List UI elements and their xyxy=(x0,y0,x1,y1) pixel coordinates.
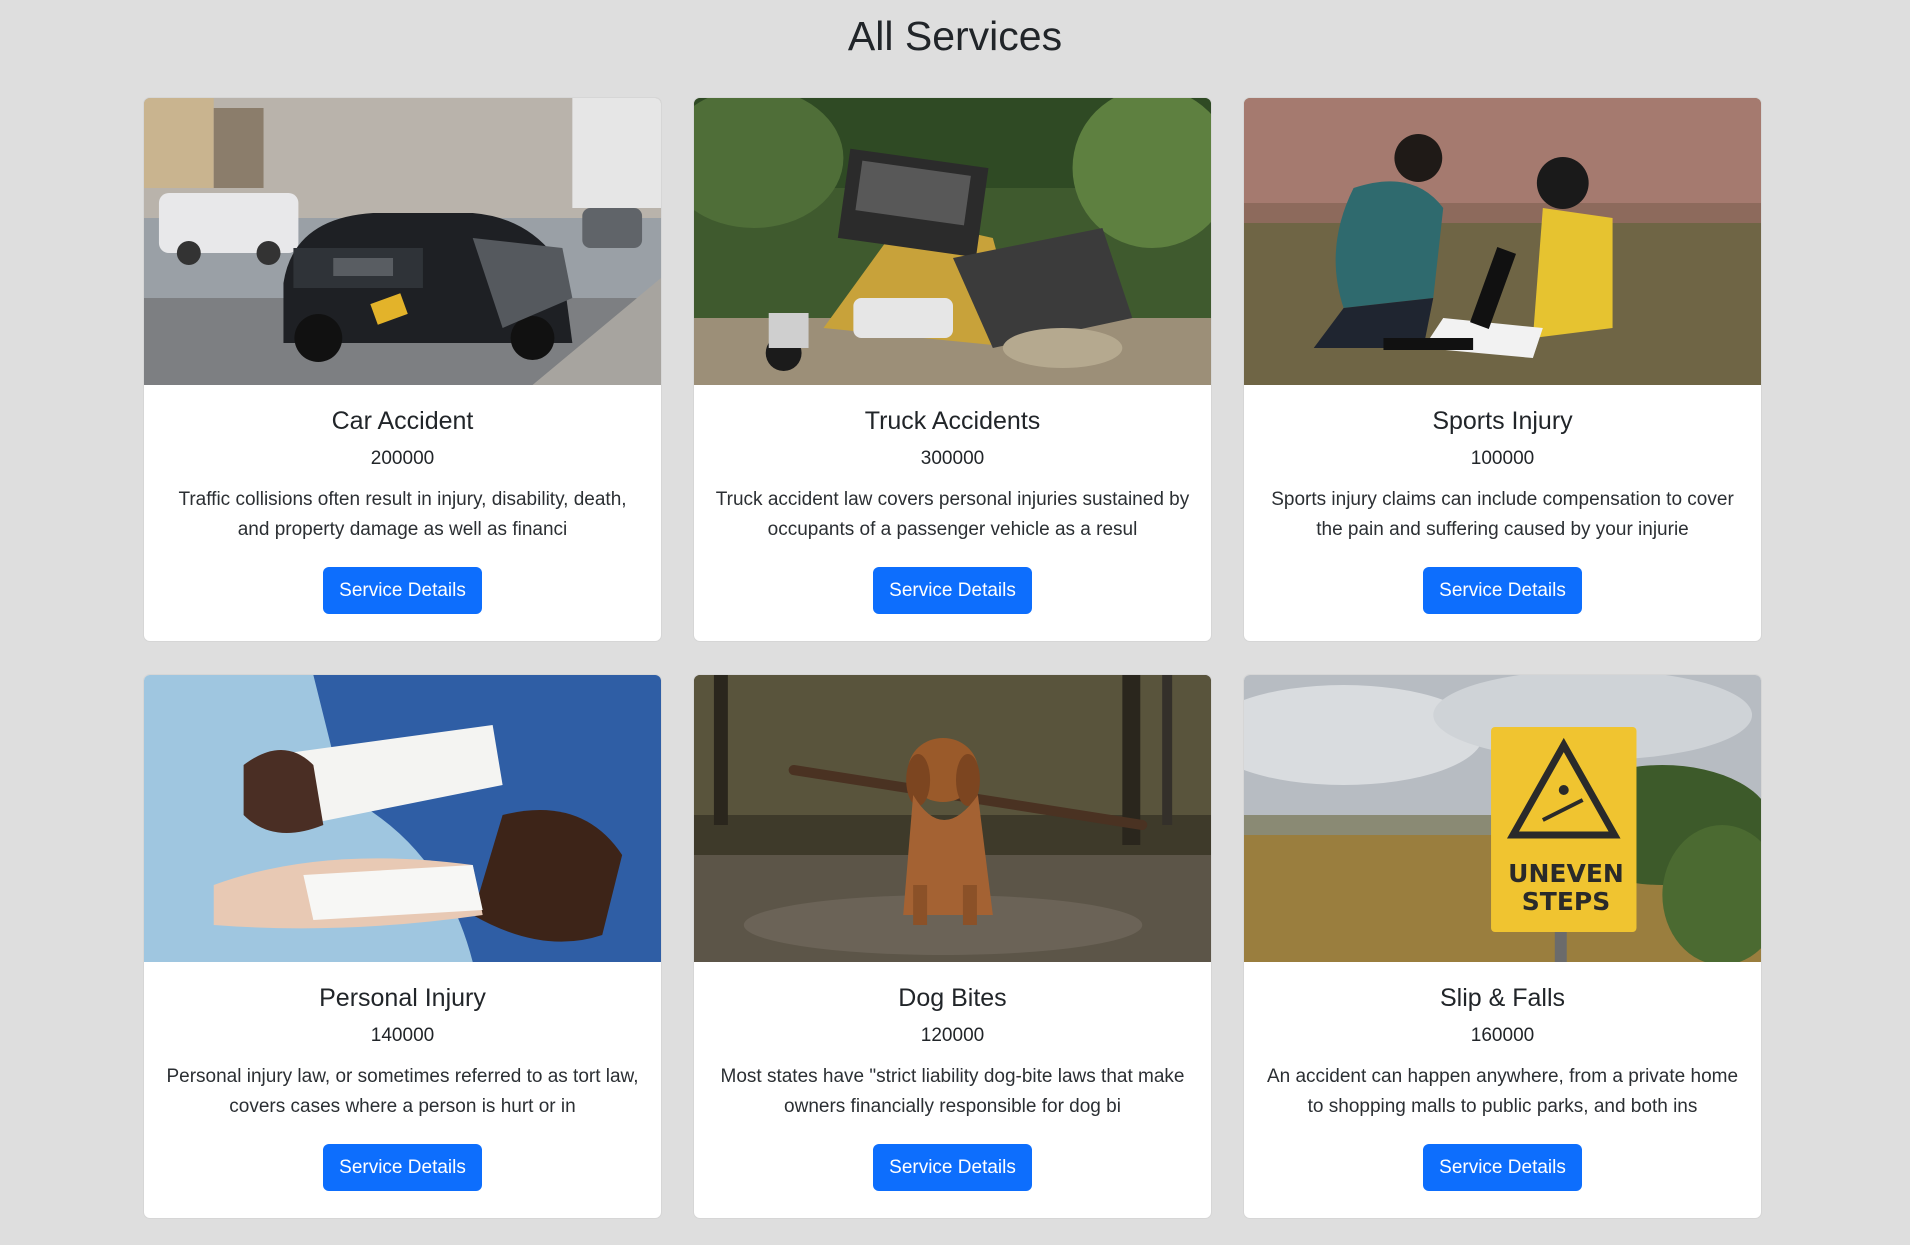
card-title: Slip & Falls xyxy=(1439,984,1566,1012)
card-price: 300000 xyxy=(920,448,985,469)
service-card: Dog Bites 120000 Most states have "stric… xyxy=(693,674,1212,1219)
card-title: Truck Accidents xyxy=(864,407,1041,435)
page-title: All Services xyxy=(847,13,1063,59)
service-details-button[interactable]: Service Details xyxy=(1423,567,1582,614)
service-details-button[interactable]: Service Details xyxy=(323,567,482,614)
sign-text: UNEVEN STEPS xyxy=(1494,860,1638,916)
service-card: UNEVEN STEPS Slip & Falls 160000 An acci… xyxy=(1243,674,1762,1219)
service-card: Car Accident 200000 Traffic collisions o… xyxy=(143,97,662,642)
card-price: 100000 xyxy=(1470,448,1535,469)
card-description: An accident can happen anywhere, from a … xyxy=(1266,1066,1739,1117)
service-details-button[interactable]: Service Details xyxy=(873,1144,1032,1191)
service-card: Personal Injury 140000 Personal injury l… xyxy=(143,674,662,1219)
dog-with-stick-illustration xyxy=(694,675,1211,962)
service-card: Sports Injury 100000 Sports injury claim… xyxy=(1243,97,1762,642)
card-title: Dog Bites xyxy=(898,984,1007,1012)
sports-injury-illustration xyxy=(1244,98,1761,385)
card-description: Most states have "strict liability dog-b… xyxy=(720,1066,1185,1117)
card-description: Personal injury law, or sometimes referr… xyxy=(166,1066,639,1117)
truck-accident-image xyxy=(694,98,1211,385)
card-title: Car Accident xyxy=(331,407,474,435)
sign-text-line-1: UNEVEN xyxy=(1508,859,1624,888)
services-grid: Car Accident 200000 Traffic collisions o… xyxy=(143,97,1763,1219)
slip-falls-image: UNEVEN STEPS xyxy=(1244,675,1761,962)
card-description: Truck accident law covers personal injur… xyxy=(715,489,1190,540)
service-details-button[interactable]: Service Details xyxy=(873,567,1032,614)
sports-injury-image xyxy=(1244,98,1761,385)
car-accident-image xyxy=(144,98,661,385)
card-description: Sports injury claims can include compens… xyxy=(1271,489,1734,540)
car-accident-illustration xyxy=(144,98,661,385)
uneven-steps-sign-illustration xyxy=(1244,675,1761,962)
sign-text-line-2: STEPS xyxy=(1521,887,1611,916)
card-price: 140000 xyxy=(370,1025,435,1046)
card-price: 200000 xyxy=(370,448,435,469)
service-card: Truck Accidents 300000 Truck accident la… xyxy=(693,97,1212,642)
card-title: Sports Injury xyxy=(1432,407,1573,435)
service-details-button[interactable]: Service Details xyxy=(1423,1144,1582,1191)
personal-injury-image xyxy=(144,675,661,962)
dog-bites-image xyxy=(694,675,1211,962)
card-price: 160000 xyxy=(1470,1025,1535,1046)
service-details-button[interactable]: Service Details xyxy=(323,1144,482,1191)
card-price: 120000 xyxy=(920,1025,985,1046)
card-description: Traffic collisions often result in injur… xyxy=(178,489,627,540)
truck-accident-illustration xyxy=(694,98,1211,385)
bandaged-hand-illustration xyxy=(144,675,661,962)
card-title: Personal Injury xyxy=(319,984,486,1012)
